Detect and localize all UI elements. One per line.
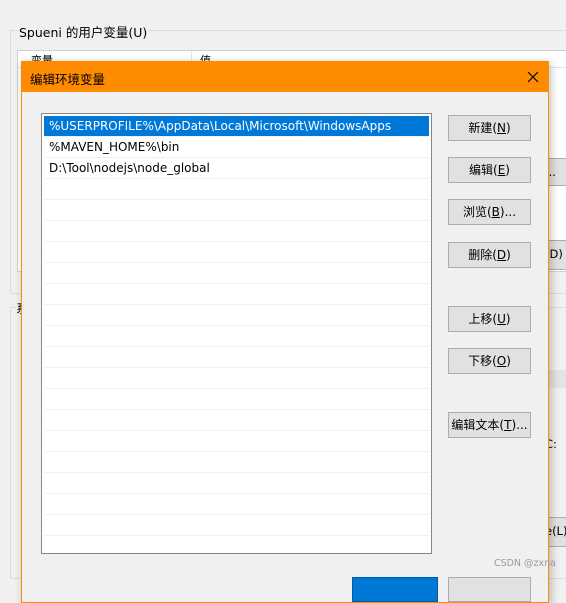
empty-list-row[interactable] [44,431,429,452]
edit-env-var-dialog: 编辑环境变量 %USERPROFILE%\AppData\Local\Micro… [21,61,549,603]
browse-button[interactable]: 浏览(B)... [448,199,531,225]
user-vars-group-label: Spueni 的用户变量(U) [18,22,149,41]
empty-list-row[interactable] [44,515,429,536]
move-up-button-tail: ) [505,312,511,326]
empty-list-row[interactable] [44,263,429,284]
path-entries-list[interactable]: %USERPROFILE%\AppData\Local\Microsoft\Wi… [41,113,432,554]
edit-button[interactable]: 编辑(E) [448,157,531,183]
empty-list-row[interactable] [44,242,429,263]
new-button-tail: ) [505,121,511,135]
path-entry[interactable]: %USERPROFILE%\AppData\Local\Microsoft\Wi… [44,116,429,137]
empty-list-row[interactable] [44,389,429,410]
new-button-hotkey: N [497,121,506,135]
edit-text-button[interactable]: 编辑文本(T)... [448,412,531,438]
dialog-titlebar[interactable]: 编辑环境变量 [22,62,548,92]
empty-list-row[interactable] [44,494,429,515]
close-button[interactable] [518,62,548,92]
move-down-button-tail: ) [506,354,511,368]
browse-button-tail: )... [499,205,517,219]
move-down-button-hotkey: O [496,354,507,368]
browse-button-hotkey: B [491,205,500,219]
edit-text-button-tail: )... [511,418,528,432]
empty-list-row[interactable] [44,221,429,242]
empty-list-row[interactable] [44,410,429,431]
system-vars-list-strip [549,370,566,388]
delete-button-tail: ) [506,248,511,262]
path-entry-text: %USERPROFILE%\AppData\Local\Microsoft\Wi… [49,119,392,133]
edit-button-tail: ) [505,163,510,177]
empty-list-row[interactable] [44,305,429,326]
path-entry[interactable]: %MAVEN_HOME%\bin [44,137,429,158]
empty-list-row[interactable] [44,326,429,347]
ok-button[interactable] [352,577,438,602]
move-up-button-label: 上移( [468,312,498,326]
path-entry-text: D:\Tool\nodejs\node_global [49,161,210,175]
empty-list-row[interactable] [44,368,429,389]
empty-list-row[interactable] [44,347,429,368]
delete-button-hotkey: D [496,248,507,262]
edit-button-label: 编辑( [469,163,498,177]
move-up-button-hotkey: U [497,312,506,326]
path-entry[interactable]: D:\Tool\nodejs\node_global [44,158,429,179]
delete-button[interactable]: 删除(D) [448,242,531,268]
path-entry-text: %MAVEN_HOME%\bin [49,140,180,154]
move-down-button-label: 下移( [468,354,497,368]
empty-list-row[interactable] [44,179,429,200]
delete-button-label: 删除( [468,248,497,262]
move-up-button[interactable]: 上移(U) [448,306,531,332]
move-down-button[interactable]: 下移(O) [448,348,531,374]
new-button[interactable]: 新建(N) [448,115,531,141]
watermark: CSDN @zxna [493,558,556,569]
empty-list-row[interactable] [44,452,429,473]
cancel-button[interactable] [448,577,531,602]
dialog-title: 编辑环境变量 [30,72,106,87]
empty-list-row[interactable] [44,473,429,494]
empty-list-row[interactable] [44,200,429,221]
empty-list-row[interactable] [44,284,429,305]
new-button-label: 新建( [468,121,497,135]
browse-button-label: 浏览( [462,205,492,219]
edit-text-button-label: 编辑文本( [451,418,505,432]
close-icon [527,71,539,83]
